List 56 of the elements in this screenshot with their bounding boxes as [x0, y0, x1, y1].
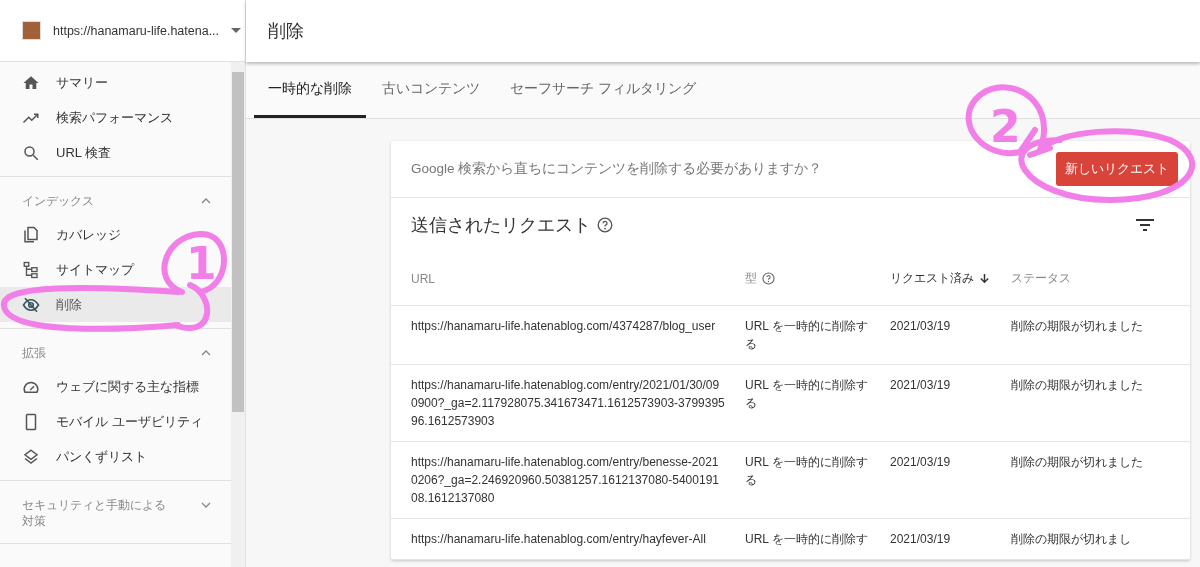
sidebar-item[interactable]: ウェブに関する主な指標 — [0, 369, 207, 404]
section-header[interactable]: 拡張 — [0, 335, 231, 369]
sidebar-item[interactable]: カバレッジ — [0, 217, 129, 252]
table-cell-text: 2021/03/19 — [890, 377, 952, 394]
column-header[interactable]: ステータス — [1011, 270, 1071, 287]
dropdown-caret-icon — [231, 28, 242, 33]
help-icon[interactable] — [762, 272, 775, 285]
tree-diagram-icon — [22, 260, 40, 279]
property-selector[interactable]: https://hanamaru-life.hatena... — [0, 0, 245, 62]
help-icon[interactable] — [597, 217, 613, 233]
table-cell-text: 2021/03/19 — [890, 318, 952, 335]
crossed-eye-icon — [22, 295, 40, 314]
table-cell-text: https://hanamaru-life.hatenablog.com/entry/benesse-20210206?_ga=2.246920960.50381257.1612137080-540019108.1612137080 — [411, 454, 720, 507]
sidebar-item[interactable]: パンくずリスト — [0, 439, 155, 474]
prompt-text: Google 検索から直ちにコンテンツを削除する必要がありますか？ — [411, 160, 823, 178]
column-header[interactable]: 型 — [745, 270, 757, 287]
column-header[interactable]: リクエスト済み — [890, 270, 974, 287]
table-cell-text: 削除の期限が切れました — [1011, 318, 1144, 335]
documents-icon — [22, 225, 40, 244]
table-cell-text: 2021/03/19 — [890, 454, 952, 471]
table-cell-text: URL を一時的に削除す — [745, 531, 869, 548]
layers-icon — [22, 447, 40, 466]
site-favicon-placeholder — [22, 21, 41, 40]
chevron-up-icon — [201, 350, 211, 356]
filter-icon[interactable] — [1136, 219, 1154, 231]
tab[interactable]: 古いコンテンツ — [368, 62, 494, 118]
down-arrow-icon[interactable] — [979, 273, 990, 284]
table-cell-text: 2021/03/19 — [890, 531, 952, 548]
property-url: https://hanamaru-life.hatena... — [53, 23, 220, 38]
card-title: 送信されたリクエスト — [411, 214, 591, 237]
page-title: 削除 — [268, 20, 304, 43]
table-cell-text: https://hanamaru-life.hatenablog.com/entry/2021/01/30/090900?_ga=2.117928075.341673471.1612573903-379939596.1612573903 — [411, 377, 726, 430]
scrollbar[interactable] — [231, 62, 245, 567]
sidebar-item[interactable]: モバイル ユーザビリティ — [0, 404, 211, 439]
chevron-down-icon — [201, 502, 211, 508]
tab[interactable]: セーフサーチ フィルタリング — [496, 62, 710, 118]
table-cell-text: 削除の期限が切れました — [1011, 454, 1144, 471]
table-cell-text: 削除の期限が切れました — [1011, 377, 1144, 394]
search-icon — [22, 143, 40, 162]
sidebar-item[interactable]: サマリー — [0, 65, 116, 100]
table-cell-text: URL を一時的に削除する — [745, 454, 869, 489]
sidebar-item[interactable]: サイトマップ — [0, 252, 142, 287]
new-request-button[interactable]: 新しいリクエスト — [1056, 152, 1178, 186]
sidebar-item[interactable]: URL 検査 — [0, 135, 120, 170]
table-cell-text: URL を一時的に削除する — [745, 318, 869, 353]
sidebar-item[interactable]: 検索パフォーマンス — [0, 100, 181, 135]
section-header[interactable]: インデックス — [0, 183, 231, 217]
table-cell-text: URL を一時的に削除する — [745, 377, 869, 412]
annotation-number: 1 — [186, 238, 217, 289]
table-cell-text: https://hanamaru-life.hatenablog.com/4374287/blog_user — [411, 318, 717, 335]
chevron-up-icon — [201, 198, 211, 204]
column-header[interactable]: URL — [411, 271, 435, 286]
table-cell-text: https://hanamaru-life.hatenablog.com/entry/hayfever-All — [411, 531, 707, 548]
table-cell-text: 削除の期限が切れまし — [1011, 531, 1132, 548]
annotation-number: 2 — [990, 101, 1021, 152]
section-header[interactable]: セキュリティと手動による対策 — [0, 487, 231, 537]
